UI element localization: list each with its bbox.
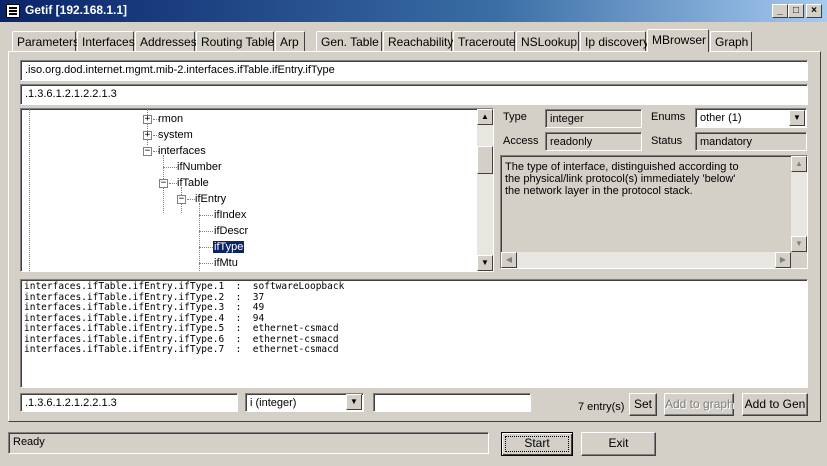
exit-button[interactable]: Exit: [581, 432, 656, 456]
tree-node-interfaces[interactable]: interfaces: [158, 143, 206, 159]
tree-node-ifindex[interactable]: ifIndex: [214, 207, 246, 223]
access-value: readonly: [545, 132, 642, 151]
system-expand-icon[interactable]: +: [143, 131, 152, 140]
mib-tree[interactable]: + rmon + system − interfaces ifNumber − …: [20, 108, 494, 272]
status-value: mandatory: [695, 132, 807, 151]
tree-scroll-down-arrow-icon[interactable]: ▼: [477, 255, 493, 271]
oid-path-field[interactable]: .iso.org.dod.internet.mgmt.mib-2.interfa…: [20, 60, 808, 81]
description-line: the physical/link protocol(s) immediatel…: [505, 173, 736, 185]
set-button[interactable]: Set: [629, 393, 657, 416]
description-box[interactable]: The type of interface, distinguished acc…: [500, 155, 808, 269]
description-hscrollbar[interactable]: [501, 252, 791, 268]
access-label: Access: [503, 135, 539, 147]
enums-selected-value: other (1): [700, 112, 742, 124]
desc-scroll-right-arrow-icon[interactable]: ▶: [775, 252, 791, 268]
result-line: interfaces.ifTable.ifEntry.ifType.5 : et…: [24, 323, 339, 334]
tab-addresses[interactable]: Addresses: [135, 31, 197, 51]
tab-gen-table[interactable]: Gen. Table: [316, 31, 382, 51]
tab-graph[interactable]: Graph: [710, 31, 752, 51]
tab-traceroute[interactable]: Traceroute: [453, 31, 516, 51]
enums-dropdown[interactable]: other (1) ▼: [695, 108, 807, 128]
entry-count: 7 entry(s): [578, 401, 625, 413]
close-button[interactable]: ×: [806, 4, 822, 18]
tab-routing-table[interactable]: Routing Table: [196, 31, 274, 51]
status-text: Ready: [13, 436, 45, 448]
set-type-dropdown[interactable]: i (integer) ▼: [245, 393, 364, 412]
tree-node-iftype-selected[interactable]: ifType: [213, 241, 245, 253]
result-line: interfaces.ifTable.ifEntry.ifType.1 : so…: [24, 281, 345, 292]
app-icon: [6, 4, 20, 18]
status-label: Status: [651, 135, 683, 147]
enums-label: Enums: [651, 111, 686, 123]
tab-parameters[interactable]: Parameters: [12, 31, 79, 51]
minimize-button[interactable]: _: [772, 4, 788, 18]
maximize-button[interactable]: □: [788, 4, 804, 18]
tree-scroll-thumb[interactable]: [477, 146, 493, 174]
tree-node-system[interactable]: system: [158, 127, 193, 143]
add-to-graph-button[interactable]: Add to graph: [664, 393, 734, 416]
desc-scroll-left-arrow-icon[interactable]: ◀: [501, 252, 517, 268]
window-title: Getif [192.168.1.1]: [25, 3, 128, 17]
interfaces-collapse-icon[interactable]: −: [143, 147, 152, 156]
set-oid-input[interactable]: .1.3.6.1.2.1.2.2.1.3: [20, 393, 238, 412]
rmon-expand-icon[interactable]: +: [143, 115, 152, 124]
type-label: Type: [503, 111, 527, 123]
tree-node-ifmtu[interactable]: ifMtu: [214, 255, 238, 271]
start-button[interactable]: Start: [501, 432, 573, 456]
tab-nslookup[interactable]: NSLookup: [516, 31, 579, 51]
tab-ip-discovery[interactable]: Ip discovery: [580, 31, 649, 51]
result-line: interfaces.ifTable.ifEntry.ifType.7 : et…: [24, 344, 339, 355]
enums-dropdown-arrow-icon[interactable]: ▼: [789, 110, 805, 126]
tree-node-ifentry[interactable]: ifEntry: [195, 191, 226, 207]
iftable-collapse-icon[interactable]: −: [159, 179, 168, 188]
results-log[interactable]: interfaces.ifTable.ifEntry.ifType.1 : so…: [20, 279, 808, 388]
type-value: integer: [545, 109, 642, 128]
description-line: The type of interface, distinguished acc…: [505, 161, 739, 173]
oid-numeric-field[interactable]: .1.3.6.1.2.1.2.2.1.3: [20, 84, 808, 105]
tree-node-ifdescr[interactable]: ifDescr: [214, 223, 248, 239]
set-value-input[interactable]: [373, 393, 531, 412]
desc-scroll-up-arrow-icon[interactable]: ▲: [791, 156, 807, 172]
tree-node-rmon[interactable]: rmon: [158, 111, 183, 127]
tree-node-ifnumber[interactable]: ifNumber: [177, 159, 222, 175]
start-button-focus-ring: [505, 436, 569, 452]
set-type-selected: i (integer): [250, 397, 297, 409]
title-bar[interactable]: Getif [192.168.1.1] _ □ ×: [0, 0, 827, 22]
tree-node-iftable[interactable]: ifTable: [177, 175, 209, 191]
result-line: interfaces.ifTable.ifEntry.ifType.3 : 49: [24, 302, 265, 313]
status-bar: Ready: [8, 432, 489, 454]
description-line: the network layer in the protocol stack.: [505, 185, 693, 197]
tree-scroll-up-arrow-icon[interactable]: ▲: [477, 109, 493, 125]
desc-scroll-down-arrow-icon[interactable]: ▼: [791, 236, 807, 252]
tab-mbrowser[interactable]: MBrowser: [647, 29, 709, 52]
tab-interfaces[interactable]: Interfaces: [77, 31, 135, 51]
add-to-gen-button[interactable]: Add to Gen: [742, 393, 808, 416]
ifentry-collapse-icon[interactable]: −: [177, 195, 186, 204]
set-type-dropdown-arrow-icon[interactable]: ▼: [346, 394, 362, 410]
tab-reachability[interactable]: Reachability: [383, 31, 453, 51]
tree-scrollbar[interactable]: [477, 109, 493, 271]
tab-arp[interactable]: Arp: [275, 31, 305, 51]
